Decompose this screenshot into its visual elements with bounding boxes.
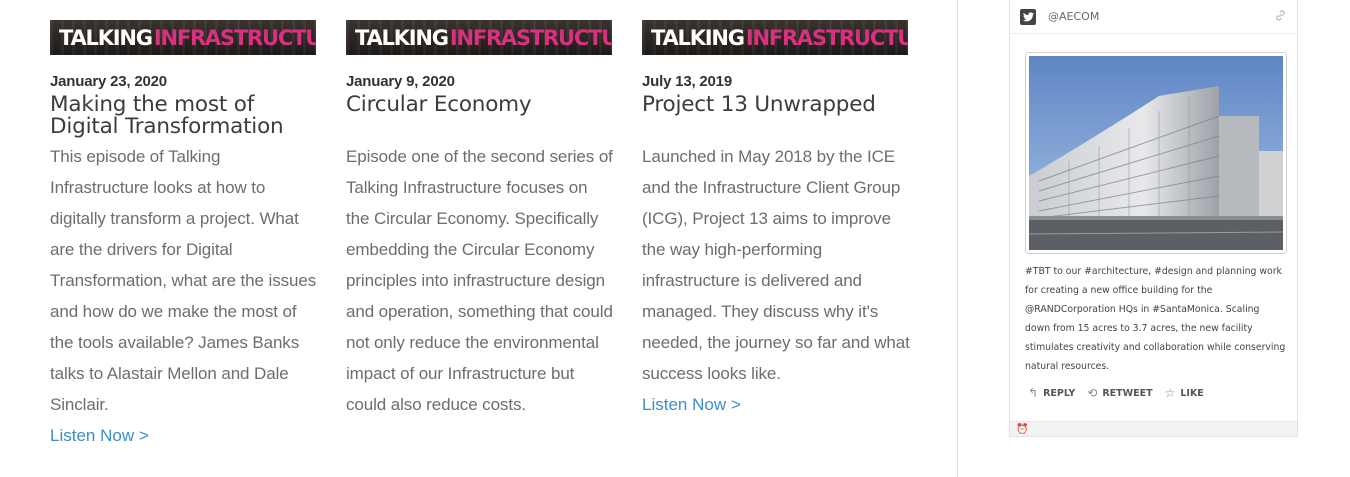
like-button[interactable]: ☆ LIKE [1165,386,1204,400]
tweet-photo[interactable] [1025,52,1287,254]
reply-button[interactable]: ↰ REPLY [1028,386,1075,400]
retweet-icon: ⟲ [1087,386,1098,400]
link-icon[interactable] [1274,9,1287,25]
alarm-clock-icon[interactable]: ⏰ [1016,424,1028,435]
building-photo-illustration [1028,56,1284,250]
twitter-widget: @AECOM #TBT to our #architecture, #desig… [1009,0,1298,437]
column-divider [957,0,958,477]
retweet-button[interactable]: ⟲ RETWEET [1087,386,1152,400]
article-date: January 23, 2020 [50,73,167,90]
talking-infrastructure-banner[interactable]: TALKINGINFRASTRUCTURE [642,20,908,55]
banner-talking-text: TALKING [651,25,745,50]
article-description: Launched in May 2018 by the ICE and the … [642,147,910,383]
article-date: July 13, 2019 [642,73,732,90]
like-label: LIKE [1180,387,1204,399]
banner-talking-text: TALKING [355,25,449,50]
star-icon: ☆ [1164,386,1176,400]
tweet-actions: ↰ REPLY ⟲ RETWEET ☆ LIKE [1028,386,1204,400]
listen-now-link[interactable]: Listen Now > [642,389,910,420]
listen-now-link[interactable]: Listen Now > [50,420,318,451]
banner-infrastructure-text: INFRASTRUCTURE [745,25,908,50]
reply-icon: ↰ [1028,386,1039,400]
talking-infrastructure-banner[interactable]: TALKINGINFRASTRUCTURE [346,20,612,55]
article-title[interactable]: Circular Economy [346,94,614,138]
article-description: This episode of Talking Infrastructure l… [50,147,317,414]
reply-label: REPLY [1043,387,1076,399]
article-card-2: TALKINGINFRASTRUCTURE January 9, 2020 Ci… [346,20,614,420]
tweet-handle[interactable]: @AECOM [1048,10,1099,23]
banner-infrastructure-text: INFRASTRUCTURE [449,25,612,50]
article-description: Episode one of the second series of Talk… [346,147,613,414]
talking-infrastructure-banner[interactable]: TALKINGINFRASTRUCTURE [50,20,316,55]
tweet-footer: ⏰ [1010,421,1297,436]
twitter-bird-icon[interactable] [1020,8,1036,25]
article-title[interactable]: Project 13 Unwrapped [642,94,910,138]
article-card-3: TALKINGINFRASTRUCTURE July 13, 2019 Proj… [642,20,910,420]
banner-talking-text: TALKING [59,25,153,50]
article-card-1: TALKINGINFRASTRUCTURE January 23, 2020 M… [50,20,318,451]
article-date: January 9, 2020 [346,73,455,90]
article-title[interactable]: Making the most of Digital Transformatio… [50,94,318,138]
banner-infrastructure-text: INFRASTRUCTURE [153,25,316,50]
retweet-label: RETWEET [1102,387,1153,399]
tweet-text: #TBT to our #architecture, #design and p… [1025,266,1286,372]
tweet-header: @AECOM [1010,0,1297,34]
